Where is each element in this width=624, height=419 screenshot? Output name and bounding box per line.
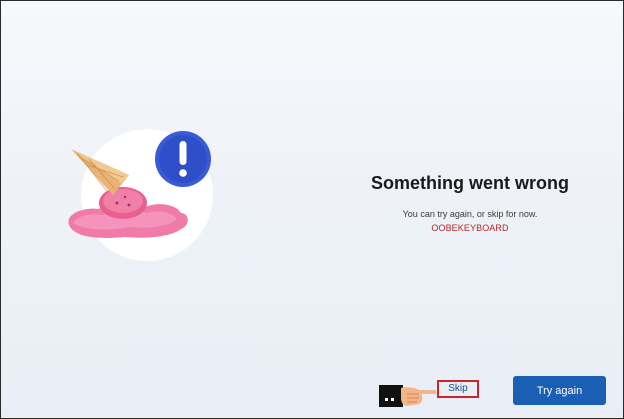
error-code: OOBEKEYBOARD <box>431 223 509 233</box>
melted-ice-cream-illustration <box>59 117 229 267</box>
try-again-button[interactable]: Try again <box>513 376 606 405</box>
skip-button[interactable]: Skip <box>437 380 479 398</box>
exclamation-icon <box>155 131 211 187</box>
pointing-hand-icon <box>379 380 437 410</box>
error-title: Something went wrong <box>371 173 569 193</box>
error-subtitle: You can try again, or skip for now. <box>402 209 538 219</box>
error-message-panel: Something went wrong You can try again, … <box>349 172 591 234</box>
oobe-error-window: Something went wrong You can try again, … <box>0 0 624 419</box>
